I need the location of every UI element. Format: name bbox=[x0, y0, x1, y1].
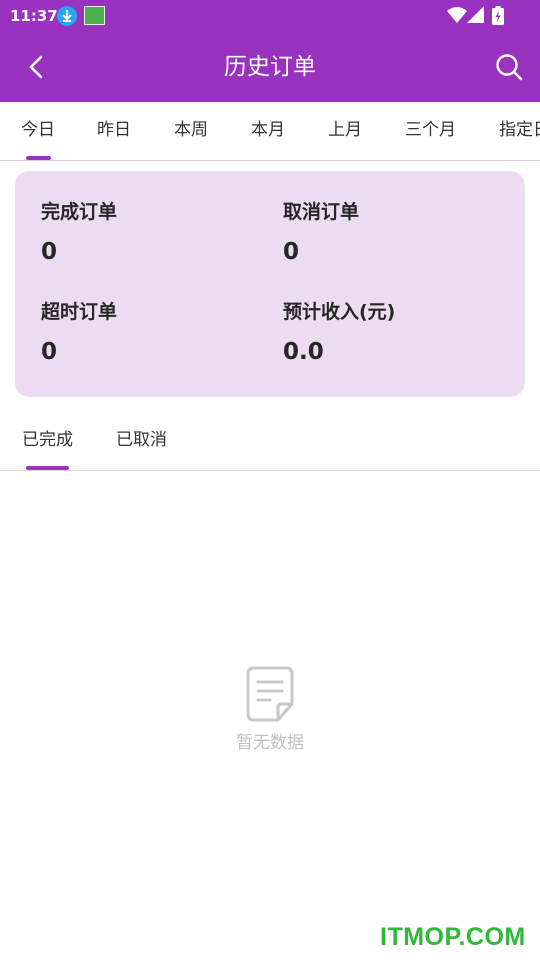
tab-yesterday[interactable]: 昨日 bbox=[97, 118, 131, 142]
tab-custom-date[interactable]: 指定日 bbox=[499, 118, 540, 142]
overtime-orders-value: 0 bbox=[41, 339, 58, 365]
tab-today[interactable]: 今日 bbox=[21, 118, 55, 142]
download-icon bbox=[57, 6, 77, 26]
empty-state-text: 暂无数据 bbox=[236, 733, 304, 753]
tab-completed[interactable]: 已完成 bbox=[22, 428, 73, 452]
document-icon bbox=[246, 666, 294, 726]
status-tabs: 已完成 已取消 bbox=[0, 414, 540, 471]
cancelled-orders-label: 取消订单 bbox=[283, 201, 360, 223]
app-notification-icon bbox=[84, 6, 105, 25]
battery-icon bbox=[492, 6, 504, 29]
estimated-income-label: 预计收入(元) bbox=[283, 301, 396, 323]
estimated-income-value: 0.0 bbox=[283, 339, 324, 365]
page-title: 历史订单 bbox=[224, 54, 316, 80]
tab-cancelled[interactable]: 已取消 bbox=[116, 428, 167, 452]
search-button[interactable] bbox=[494, 52, 524, 82]
cancelled-orders-value: 0 bbox=[283, 239, 300, 265]
search-icon bbox=[496, 54, 523, 81]
stats-card: 完成订单 0 取消订单 0 超时订单 0 预计收入(元) 0.0 bbox=[15, 171, 525, 397]
period-tabs: 今日 昨日 本周 本月 上月 三个月 指定日 bbox=[0, 102, 540, 161]
tab-three-months[interactable]: 三个月 bbox=[405, 118, 456, 142]
wifi-icon bbox=[447, 6, 467, 28]
watermark: ITMOP.COM bbox=[380, 923, 526, 951]
tab-this-month[interactable]: 本月 bbox=[251, 118, 285, 142]
status-bar: 11:37 bbox=[0, 0, 540, 32]
status-tab-indicator bbox=[26, 466, 69, 470]
overtime-orders-label: 超时订单 bbox=[41, 301, 118, 323]
completed-orders-label: 完成订单 bbox=[41, 201, 118, 223]
completed-orders-value: 0 bbox=[41, 239, 58, 265]
tab-last-month[interactable]: 上月 bbox=[328, 118, 362, 142]
tab-this-week[interactable]: 本周 bbox=[174, 118, 208, 142]
signal-icon bbox=[467, 6, 485, 28]
status-time: 11:37 bbox=[10, 7, 58, 25]
tab-indicator bbox=[26, 156, 51, 160]
app-header: 11:37 历史订单 bbox=[0, 0, 540, 102]
